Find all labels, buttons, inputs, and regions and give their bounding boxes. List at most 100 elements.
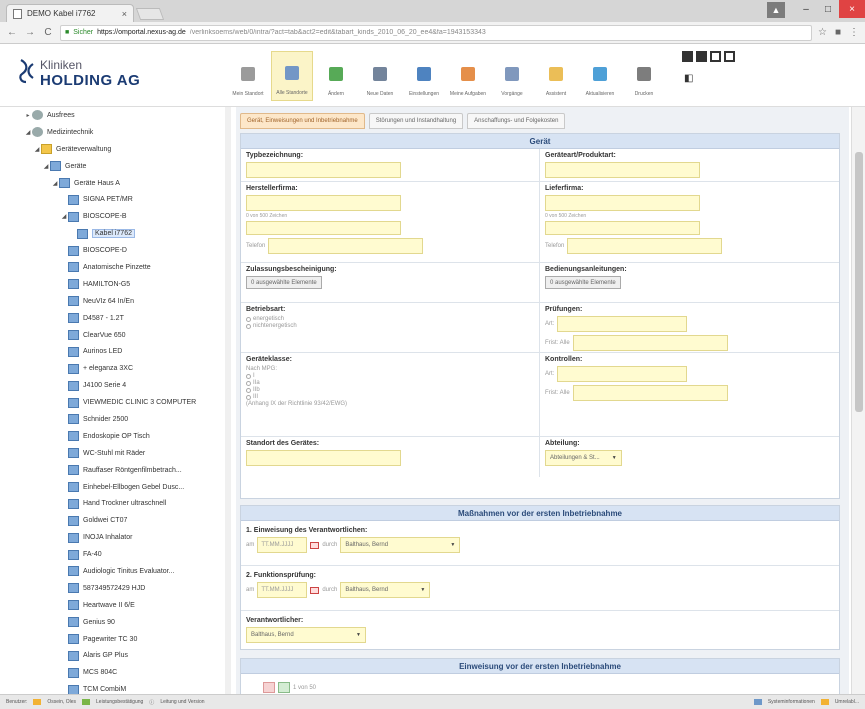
tree-item[interactable]: WC-Stuhl mit Räder	[14, 445, 230, 462]
lieferfirma-textarea[interactable]	[545, 221, 700, 235]
expand-icon[interactable]: ◢	[24, 129, 32, 136]
scrollbar-thumb[interactable]	[855, 152, 863, 412]
pruefungen-frist-input[interactable]	[572, 335, 728, 351]
minimize-button[interactable]: –	[795, 0, 817, 18]
leitung-link[interactable]: Leitung und Version	[160, 699, 204, 705]
url-input[interactable]: ■ Sicher https://omportal.nexus-ag.de /v…	[60, 24, 812, 41]
tree-item[interactable]: + eleganza 3XC	[14, 360, 230, 377]
forward-button[interactable]: →	[24, 27, 36, 38]
tree-item[interactable]: ◢ Medizintechnik	[14, 124, 230, 141]
tree-item[interactable]: 587349572429 HJD	[14, 580, 230, 597]
back-button[interactable]: ←	[6, 27, 18, 38]
toolbar-button-print[interactable]: Drucken	[623, 51, 665, 101]
toolbar-button-tasks[interactable]: Meine Aufgaben	[447, 51, 489, 101]
einweisung-date-input[interactable]: TT.MM.JJJJ	[257, 537, 308, 553]
leistung-link[interactable]: Leistungsbestätigung	[96, 699, 143, 705]
tree-item[interactable]: ClearVue 650	[14, 327, 230, 344]
kontrollen-frist-input[interactable]	[572, 385, 728, 401]
new-tab-button[interactable]	[135, 8, 165, 20]
tree-item[interactable]: INOJA Inhalator	[14, 529, 230, 546]
menu-icon[interactable]: ⋮	[849, 27, 859, 38]
expand-icon[interactable]: ◢	[42, 163, 50, 170]
tab-stoerungen[interactable]: Störungen und Instandhaltung	[368, 113, 464, 129]
tree-item[interactable]: Einhebel-Ellbogen Gebel Dusc...	[14, 479, 230, 496]
remove-button[interactable]	[263, 682, 275, 693]
tree-item[interactable]: ◢ Geräteverwaltung	[14, 141, 230, 158]
tab-geraet-einweisungen[interactable]: Gerät, Einweisungen und Inbetriebnahme	[240, 113, 365, 129]
panel-toggle-icon[interactable]: ◧	[684, 73, 693, 84]
maximize-button[interactable]: □	[817, 0, 839, 18]
herstellerfirma-input[interactable]	[246, 195, 401, 211]
funktion-date-input[interactable]: TT.MM.JJJJ	[257, 582, 308, 598]
abteilung-select[interactable]: Abteilungen & St... ▼	[545, 450, 622, 466]
benutzer-name[interactable]: Ossein, Oles	[47, 699, 76, 705]
tree-item[interactable]: Aurinos LED	[14, 343, 230, 360]
main-scrollbar[interactable]	[851, 107, 865, 694]
tree-item[interactable]: HAMILTON-G5	[14, 276, 230, 293]
tree-item[interactable]: TCM CombiM	[14, 681, 230, 694]
toolbar-button-sitemap[interactable]: Alle Standorte	[271, 51, 313, 101]
kontrollen-art-input[interactable]	[557, 366, 688, 382]
reload-button[interactable]: C	[42, 27, 54, 38]
user-icon[interactable]: ▲	[767, 2, 785, 18]
view-1-icon[interactable]	[682, 51, 693, 62]
class-iia-radio[interactable]	[246, 380, 251, 386]
tree-item[interactable]: Anatomische Pinzette	[14, 259, 230, 276]
bedienung-select-button[interactable]: 0 ausgewählte Elemente	[545, 276, 621, 289]
tree-item[interactable]: Genius 90	[14, 614, 230, 631]
tree-item[interactable]: NeuVIz 64 In/En	[14, 293, 230, 310]
lieferfirma-input[interactable]	[545, 195, 700, 211]
sysinfo-link[interactable]: Systeminformationen	[768, 699, 815, 705]
tree-item[interactable]: J4100 Serie 4	[14, 377, 230, 394]
toolbar-button-settings[interactable]: Einstellungen	[403, 51, 445, 101]
class-i-radio[interactable]	[246, 373, 251, 379]
tree-item[interactable]: ◢ BIOSCOPE-B	[14, 208, 230, 225]
nichtenergetisch-radio[interactable]	[246, 323, 251, 329]
tree-item[interactable]: SIGNA PET/MR	[14, 191, 230, 208]
liefer-telefon-input[interactable]	[567, 238, 723, 254]
tree-item[interactable]: Endoskopie OP Tisch	[14, 428, 230, 445]
calendar-icon[interactable]	[310, 586, 320, 594]
tree-item[interactable]: VIEWMEDIC CLINIC 3 COMPUTER	[14, 394, 230, 411]
class-iii-radio[interactable]	[246, 394, 251, 400]
tree-item[interactable]: Goldwei CT07	[14, 512, 230, 529]
tree-item[interactable]: BIOSCOPE-D	[14, 242, 230, 259]
calendar-icon[interactable]	[310, 541, 320, 549]
tree-item[interactable]: D4587 - 1.2T	[14, 310, 230, 327]
tree-item[interactable]: ◢ Geräte Haus A	[14, 175, 230, 192]
standort-input[interactable]	[246, 450, 401, 466]
expand-icon[interactable]: ◢	[33, 146, 41, 153]
verantwortlicher-select[interactable]: Balthaus, Bernd ▼	[246, 627, 366, 643]
einweisung-person-select[interactable]: Balthaus, Bernd ▼	[340, 537, 461, 553]
tree-item[interactable]: Pagewriter TC 30	[14, 631, 230, 648]
tree-item[interactable]: Heartwave II 6/E	[14, 597, 230, 614]
herstellerfirma-textarea[interactable]	[246, 221, 401, 235]
tree-item[interactable]: Schnider 2500	[14, 411, 230, 428]
close-window-button[interactable]: ×	[839, 0, 865, 18]
sidebar-scrollbar[interactable]	[225, 107, 231, 694]
geraeteart-input[interactable]	[545, 162, 700, 178]
star-icon[interactable]: ☆	[818, 27, 827, 38]
expand-icon[interactable]: ▸	[24, 112, 32, 119]
zulassung-select-button[interactable]: 0 ausgewählte Elemente	[246, 276, 322, 289]
tab-anschaffung[interactable]: Anschaffungs- und Folgekosten	[467, 113, 566, 129]
browser-tab[interactable]: DEMO Kabel i7762 ×	[6, 4, 134, 22]
tree-item[interactable]: Alaris GP Plus	[14, 648, 230, 665]
tree-item[interactable]: ▸ Ausfrees	[14, 107, 230, 124]
energetisch-radio[interactable]	[246, 316, 251, 322]
expand-icon[interactable]: ◢	[60, 213, 68, 220]
class-iib-radio[interactable]	[246, 387, 251, 393]
toolbar-button-edit[interactable]: Ändern	[315, 51, 357, 101]
toolbar-button-building[interactable]: Mein Standort	[227, 51, 269, 101]
extension-icon[interactable]: ■	[835, 27, 841, 38]
pruefungen-art-input[interactable]	[557, 316, 688, 332]
add-button[interactable]	[278, 682, 290, 693]
tree-item[interactable]: ◢ Geräte	[14, 158, 230, 175]
tree-item[interactable]: FA-40	[14, 546, 230, 563]
expand-icon[interactable]: ◢	[51, 180, 59, 187]
tree-item[interactable]: Rauffaser Röntgenfilmbetrach...	[14, 462, 230, 479]
close-tab-icon[interactable]: ×	[122, 9, 127, 19]
tree-item[interactable]: Hand Trockner ultraschnell	[14, 495, 230, 512]
view-3-icon[interactable]	[710, 51, 721, 62]
view-4-icon[interactable]	[724, 51, 735, 62]
